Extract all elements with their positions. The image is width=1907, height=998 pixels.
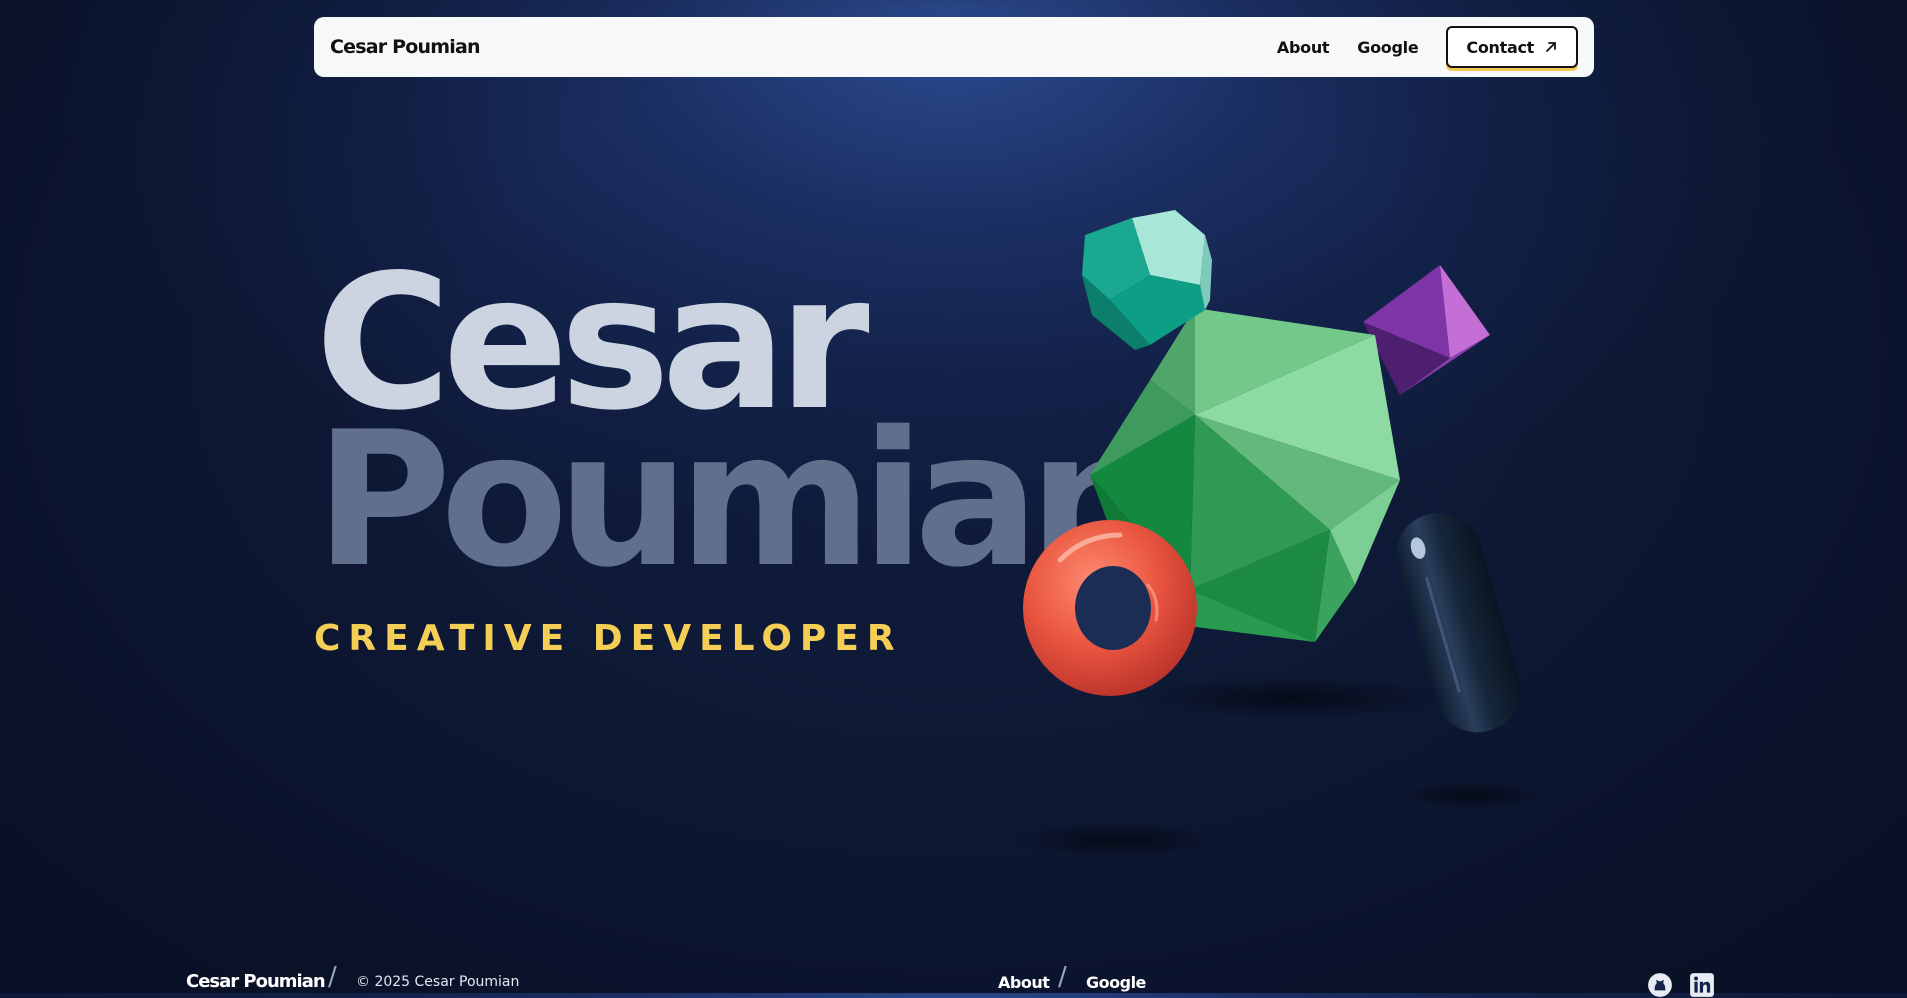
github-icon[interactable] [1647,972,1673,998]
footer-brand[interactable]: Cesar Poumian [186,971,326,992]
red-torus-shape [1023,520,1197,696]
shape-shadow [1010,822,1220,858]
hero-3d-shapes [1010,210,1540,858]
footer: Cesar Poumian / © 2025 Cesar Poumian Abo… [0,962,1907,997]
nav-links: About Google Contact [1277,26,1578,68]
footer-link-google[interactable]: Google [1086,973,1146,992]
shape-shadow [1400,781,1540,809]
purple-octahedron-shape [1363,265,1490,395]
hero-subtitle: CREATIVE DEVELOPER [314,618,903,659]
nav-link-about[interactable]: About [1277,38,1330,57]
nav-brand-logo[interactable]: Cesar Poumian [330,36,481,58]
linkedin-icon[interactable] [1689,972,1715,998]
top-navbar: Cesar Poumian About Google Contact [314,17,1594,77]
footer-link-about[interactable]: About [998,973,1050,992]
contact-button-label: Contact [1466,37,1534,57]
footer-divider: / [1058,962,1067,992]
nav-link-google[interactable]: Google [1357,38,1418,57]
contact-button[interactable]: Contact [1446,26,1578,68]
arrow-up-right-icon [1546,42,1556,52]
footer-copyright: © 2025 Cesar Poumian [356,974,520,990]
shape-shadow [1130,676,1450,720]
footer-divider: / [328,962,337,992]
